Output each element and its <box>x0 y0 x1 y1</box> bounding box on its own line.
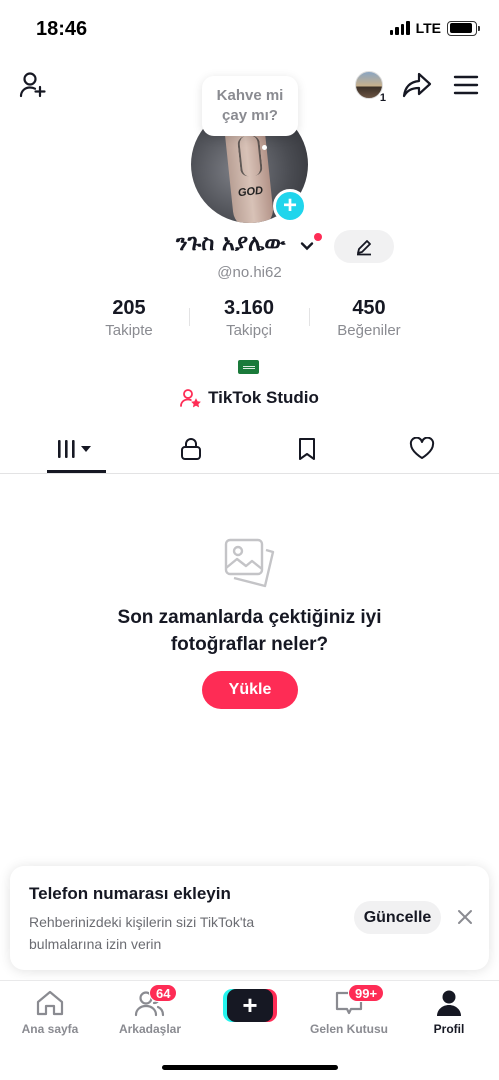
nav-profile[interactable]: Profil <box>399 987 499 1043</box>
nav-friends[interactable]: 64 Arkadaşlar <box>100 984 200 1043</box>
lock-icon <box>181 438 201 460</box>
empty-state-title: Son zamanlarda çektiğiniz iyi fotoğraflar… <box>117 607 382 655</box>
photos-icon <box>222 536 278 592</box>
nav-friends-label: Arkadaşlar <box>118 1022 182 1036</box>
plus-icon: + <box>227 989 273 1022</box>
tab-saved[interactable] <box>249 424 365 474</box>
network-type: LTE <box>415 20 441 36</box>
name-row: ንጉስ አያሌው <box>0 230 499 264</box>
pencil-icon <box>357 239 371 255</box>
stat-label: Takipte <box>105 322 153 339</box>
edit-profile-button[interactable] <box>334 230 394 263</box>
inbox-badge: 99+ <box>348 984 385 1002</box>
home-indicator <box>162 1065 338 1070</box>
home-icon <box>35 987 65 1019</box>
add-story-button[interactable]: + <box>273 189 307 223</box>
story-count: 1 <box>377 92 388 104</box>
card-title: Telefon numarası ekleyin <box>29 884 231 903</box>
friends-icon: 64 <box>133 984 178 1019</box>
friends-badge: 64 <box>149 984 178 1002</box>
grid-bars-icon <box>58 440 91 458</box>
battery-icon <box>447 20 480 36</box>
heart-icon <box>409 437 435 459</box>
nav-inbox[interactable]: 99+ Gelen Kutusu <box>299 984 399 1043</box>
tab-private[interactable] <box>133 424 249 474</box>
bookmark-icon <box>299 438 315 460</box>
saudi-arabia-flag-icon <box>238 360 259 374</box>
upload-button[interactable]: Yükle <box>202 671 298 709</box>
status-time: 18:46 <box>36 18 88 40</box>
tab-videos[interactable] <box>18 424 134 474</box>
share-icon[interactable] <box>400 68 434 102</box>
stat-value: 205 <box>112 297 146 319</box>
creator-star-icon <box>180 389 201 408</box>
tiktok-studio-link[interactable]: TikTok Studio <box>0 388 499 408</box>
stat-following[interactable]: 205 Takipte <box>69 296 189 341</box>
stat-likes[interactable]: 450 Beğeniler <box>309 296 429 341</box>
add-phone-card: Telefon numarası ekleyin Rehberinizdeki … <box>10 866 489 970</box>
display-name[interactable]: ንጉስ አያሌው <box>176 231 286 256</box>
username-handle: @no.hi62 <box>217 264 282 281</box>
profile-icon <box>436 987 462 1019</box>
nav-inbox-label: Gelen Kutusu <box>309 1022 388 1036</box>
battery-fill <box>449 23 472 33</box>
chevron-down-icon[interactable] <box>299 238 315 254</box>
card-description: Rehberinizdeki kişilerin sizi TikTok'ta … <box>29 914 255 952</box>
stat-label: Takipçi <box>226 322 272 339</box>
nav-home-label: Ana sayfa <box>21 1022 79 1036</box>
nav-home[interactable]: Ana sayfa <box>0 987 100 1043</box>
stat-value: 450 <box>352 297 386 319</box>
update-button[interactable]: Güncelle <box>354 901 441 934</box>
close-icon[interactable] <box>456 908 474 926</box>
status-indicators: LTE <box>389 20 480 36</box>
studio-label: TikTok Studio <box>208 388 319 407</box>
menu-icon[interactable] <box>449 68 483 102</box>
note-bubble[interactable]: Kahve mi çay mı? <box>202 76 298 136</box>
create-button[interactable]: + <box>223 989 277 1022</box>
inbox-icon: 99+ <box>334 984 385 1019</box>
nav-profile-label: Profil <box>433 1022 465 1036</box>
add-friend-icon[interactable] <box>16 68 50 102</box>
profile-stats: 205 Takipte 3.160 Takipçi 450 Beğeniler <box>0 296 499 344</box>
signal-icon <box>389 21 410 35</box>
stat-value: 3.160 <box>223 297 275 319</box>
stat-followers[interactable]: 3.160 Takipçi <box>189 296 309 341</box>
tab-liked[interactable] <box>364 424 480 474</box>
story-avatar[interactable]: 1 <box>352 68 388 104</box>
notification-dot <box>314 233 322 241</box>
active-tab-indicator <box>47 470 106 473</box>
content-tabs <box>0 424 499 474</box>
stat-label: Beğeniler <box>337 322 401 339</box>
status-bar: 18:46 LTE <box>0 0 499 60</box>
